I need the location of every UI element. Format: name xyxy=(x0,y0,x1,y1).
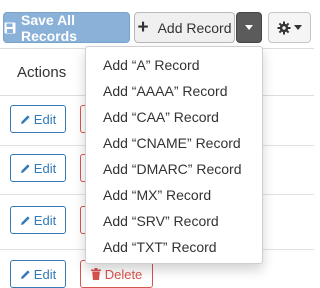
menu-item-add-cname-record[interactable]: Add “CNAME” Record xyxy=(86,130,262,156)
add-record-menu: Add “A” Record Add “AAAA” Record Add “CA… xyxy=(85,46,263,264)
add-record-label: Add Record xyxy=(157,19,232,36)
plus-icon: + xyxy=(137,17,149,38)
edit-button[interactable]: Edit xyxy=(10,154,66,182)
menu-item-add-aaaa-record[interactable]: Add “AAAA” Record xyxy=(86,78,262,104)
edit-button[interactable]: Edit xyxy=(10,105,66,133)
toolbar: Save All Records + Add Record xyxy=(0,0,314,48)
pencil-icon xyxy=(20,163,30,173)
menu-item-add-mx-record[interactable]: Add “MX” Record xyxy=(86,182,262,208)
caret-down-icon xyxy=(245,25,253,30)
edit-label: Edit xyxy=(33,266,57,282)
add-record-button[interactable]: + Add Record xyxy=(134,12,235,43)
delete-label: Delete xyxy=(104,266,143,282)
menu-item-add-txt-record[interactable]: Add “TXT” Record xyxy=(86,234,262,260)
menu-item-add-a-record[interactable]: Add “A” Record xyxy=(86,52,262,78)
floppy-disk-icon xyxy=(4,22,16,34)
delete-button[interactable]: Delete xyxy=(80,260,153,288)
edit-label: Edit xyxy=(33,212,57,228)
menu-item-add-srv-record[interactable]: Add “SRV” Record xyxy=(86,208,262,234)
caret-down-icon xyxy=(294,25,302,30)
edit-label: Edit xyxy=(33,160,57,176)
trash-icon xyxy=(90,268,101,280)
save-all-records-label: Save All Records xyxy=(21,11,78,44)
add-record-dropdown-toggle[interactable] xyxy=(236,12,262,43)
edit-label: Edit xyxy=(33,111,57,127)
pencil-icon xyxy=(20,215,30,225)
pencil-icon xyxy=(20,114,30,124)
gear-icon xyxy=(277,21,291,35)
edit-button[interactable]: Edit xyxy=(10,206,66,234)
pencil-icon xyxy=(20,269,30,279)
actions-column-header: Actions xyxy=(17,64,67,81)
save-all-records-button[interactable]: Save All Records xyxy=(3,11,130,44)
edit-button[interactable]: Edit xyxy=(10,260,66,288)
settings-dropdown-button[interactable] xyxy=(268,12,311,43)
menu-item-add-caa-record[interactable]: Add “CAA” Record xyxy=(86,104,262,130)
menu-item-add-dmarc-record[interactable]: Add “DMARC” Record xyxy=(86,156,262,182)
